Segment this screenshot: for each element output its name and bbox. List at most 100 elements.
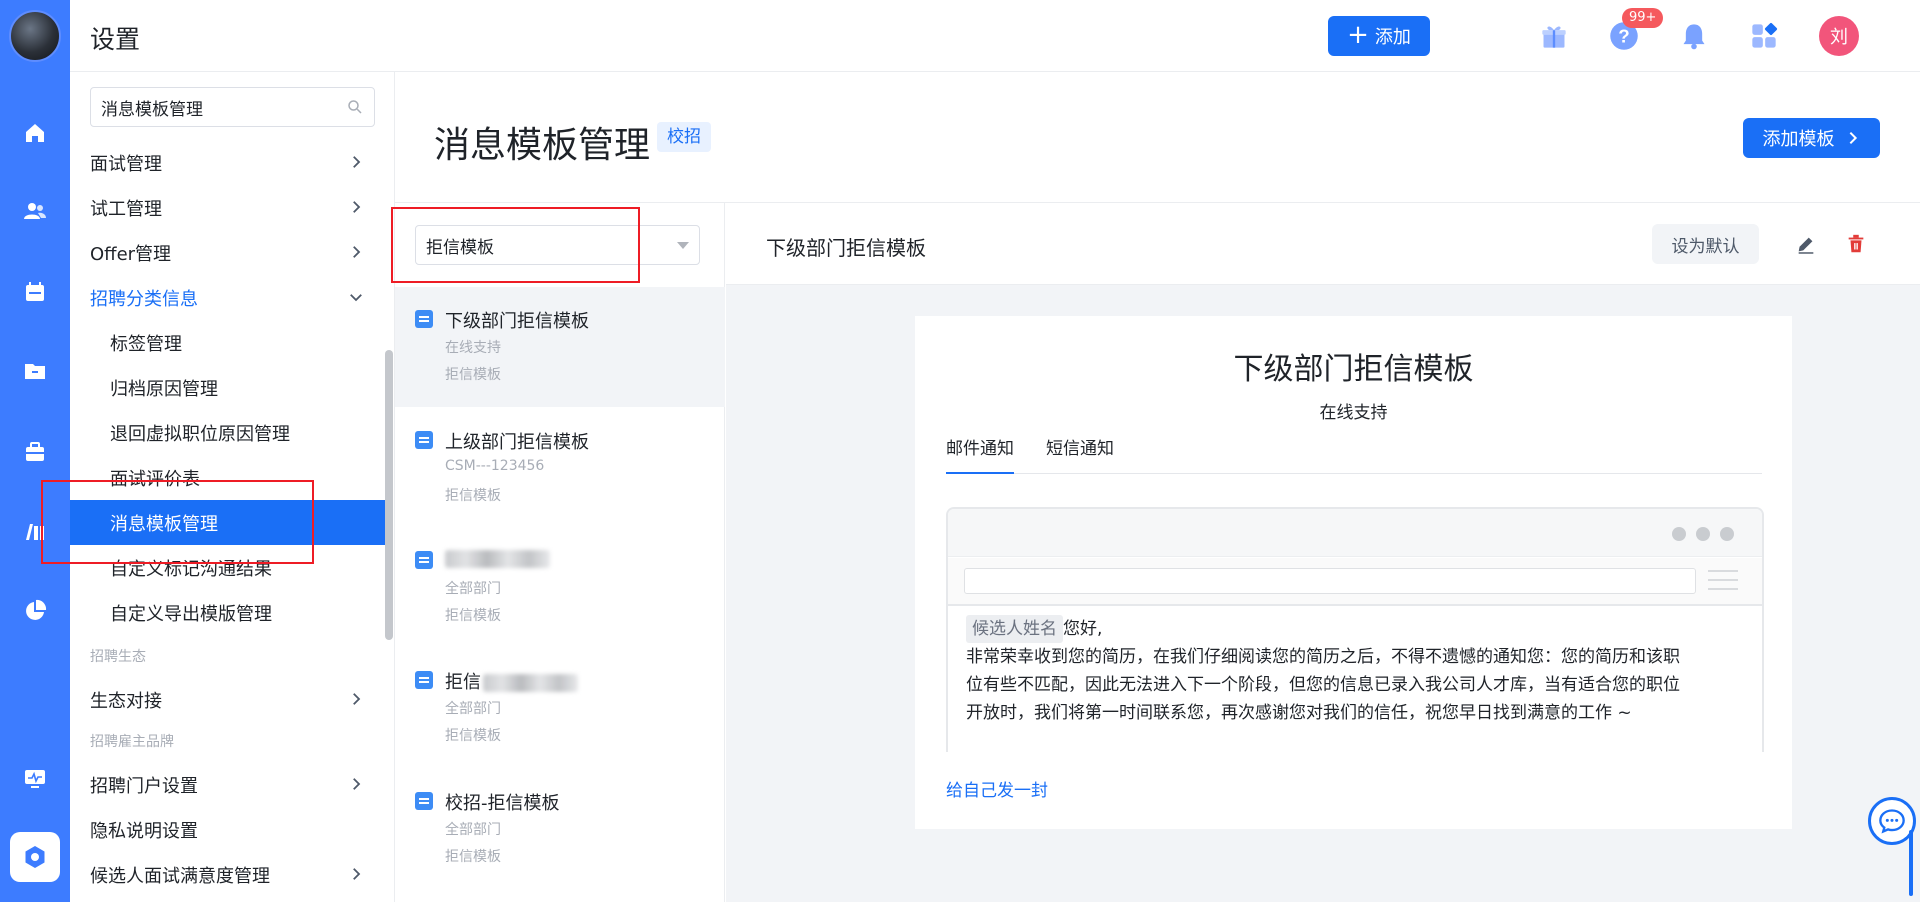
support-handle[interactable] [1909,830,1913,896]
email-body: 候选人姓名 您好, 非常荣幸收到您的简历，在我们仔细阅读您的简历之后，不得不遗憾的… [966,615,1726,727]
email-body-line: 位有些不匹配，因此无法进入下一个阶段，但您的信息已录入我公司人才库，当有适合您的… [966,675,1680,695]
add-template-button[interactable]: 添加模板 [1743,118,1880,158]
email-body-line: 非常荣幸收到您的简历，在我们仔细阅读您的简历之后，不得不遗憾的通知您：您的简历和… [966,647,1680,667]
search-icon[interactable] [346,98,364,116]
message-icon [415,792,433,810]
browser-address-bar [948,558,1762,606]
user-avatar[interactable]: 刘 [1819,16,1859,56]
add-template-label: 添加模板 [1762,129,1835,150]
main-title: 消息模板管理 [434,125,651,166]
template-item[interactable]: 下级部门拒信模板 在线支持 拒信模板 [395,287,725,407]
bell-icon[interactable] [1676,18,1712,54]
menu-group-employer-brand: 招聘雇主品牌 [90,734,174,750]
pie-chart-icon[interactable] [23,599,47,623]
template-dept: 在线支持 [445,340,501,356]
template-type: 拒信模板 [445,608,501,624]
campus-tag[interactable]: 校招 [657,122,711,152]
menu-item-label: 生态对接 [90,690,162,712]
menu-item-interview[interactable]: 面试管理 [70,140,385,185]
menu-item-label: 退回虚拟职位原因管理 [110,423,290,445]
menu-scrollbar[interactable] [385,350,393,640]
menu-item-trial[interactable]: 试工管理 [70,185,385,230]
menu-search-input[interactable]: 消息模板管理 [90,87,375,127]
delete-icon[interactable] [1844,232,1868,256]
menu-item-eco-integration[interactable]: 生态对接 [70,677,385,722]
menu-item-label: 招聘分类信息 [90,288,198,310]
menu-item-label: 试工管理 [90,198,162,220]
template-item[interactable]: 校招-拒信模板 全部部门 拒信模板 [395,769,725,889]
add-button[interactable]: + 添加 [1328,16,1430,56]
settings-icon [25,846,45,868]
message-icon [415,671,433,689]
template-item[interactable]: 全部部门 拒信模板 [395,528,725,648]
menu-item-return-reasons[interactable]: 退回虚拟职位原因管理 [70,410,385,455]
menu-item-archive-reasons[interactable]: 归档原因管理 [70,365,385,410]
chevron-right-icon [353,693,361,705]
template-name: 上级部门拒信模板 [445,432,589,453]
menu-item-label: 归档原因管理 [110,378,218,400]
chat-icon [1879,809,1905,834]
menu-item-label: Offer管理 [90,243,172,265]
menu-item-export-templates[interactable]: 自定义导出模版管理 [70,590,385,635]
menu-group-ecosystem: 招聘生态 [90,649,146,665]
calendar-icon[interactable] [23,280,47,304]
folder-icon[interactable] [23,359,47,383]
briefcase-icon[interactable] [23,440,47,464]
menu-item-satisfaction[interactable]: 候选人面试满意度管理 [70,852,385,897]
chevron-right-icon [353,156,361,168]
template-type: 拒信模板 [445,488,501,504]
message-icon [415,551,433,569]
template-dept: CSM---123456 [445,458,545,474]
menu-item-label: 自定义导出模版管理 [110,603,272,625]
message-icon [415,431,433,449]
set-default-button[interactable]: 设为默认 [1652,224,1759,264]
menu-item-offer[interactable]: Offer管理 [70,230,385,275]
template-name: 拒信 [445,668,578,694]
menu-item-recruit-category[interactable]: 招聘分类信息 [70,275,385,320]
template-list: 拒信模板 下级部门拒信模板 在线支持 拒信模板 上级部门拒信模板 CSM---1… [395,203,725,902]
plus-icon: + [1347,19,1369,50]
users-icon[interactable] [23,199,47,223]
icon-rail [0,0,70,902]
tab-email[interactable]: 邮件通知 [946,434,1014,474]
email-body-line: 开放时，我们将第一时间联系您，再次感谢您对我们的信任，祝您早日找到满意的工作 ~ [966,703,1632,723]
company-logo[interactable] [9,10,61,62]
window-dot [1720,527,1734,541]
template-name: 下级部门拒信模板 [445,311,589,332]
candidate-name-variable: 候选人姓名 [966,615,1063,643]
template-type: 拒信模板 [445,728,501,744]
window-dot [1696,527,1710,541]
apps-grid-icon[interactable] [1746,18,1782,54]
edit-icon[interactable] [1794,232,1818,256]
menu-item-label: 隐私说明设置 [90,820,198,842]
template-item[interactable]: 上级部门拒信模板 CSM---123456 拒信模板 [395,408,725,528]
svg-text:?: ? [1618,25,1629,46]
menu-item-tags[interactable]: 标签管理 [70,320,385,365]
menu-item-label: 候选人面试满意度管理 [90,865,270,887]
send-to-self-link[interactable]: 给自己发一封 [946,776,1048,801]
gift-icon[interactable] [1536,18,1572,54]
menu-item-portal[interactable]: 招聘门户设置 [70,762,385,807]
message-icon [415,310,433,328]
preview-title: 下级部门拒信模板 [1233,352,1474,387]
notify-tabs: 邮件通知 短信通知 [946,434,1762,474]
template-type: 拒信模板 [445,849,501,865]
chevron-right-icon [353,246,361,258]
detail-header: 下级部门拒信模板 设为默认 [726,203,1920,285]
notification-badge: 99+ [1622,8,1664,28]
menu-item-privacy[interactable]: 隐私说明设置 [70,807,385,852]
monitor-icon[interactable] [23,767,47,791]
annotation-box [41,480,314,564]
template-item[interactable]: 拒信 全部部门 拒信模板 [395,648,725,768]
browser-title-bar [948,509,1762,557]
chevron-right-icon [353,778,361,790]
settings-nav-button[interactable] [10,832,60,882]
preview-subtitle: 在线支持 [1319,403,1388,423]
template-dept: 全部部门 [445,701,501,717]
address-field [964,568,1696,594]
tab-sms[interactable]: 短信通知 [1046,434,1114,474]
window-dot [1672,527,1686,541]
template-name-visible: 拒信 [445,672,481,693]
home-icon[interactable] [23,121,47,145]
caret-down-icon [677,242,689,249]
